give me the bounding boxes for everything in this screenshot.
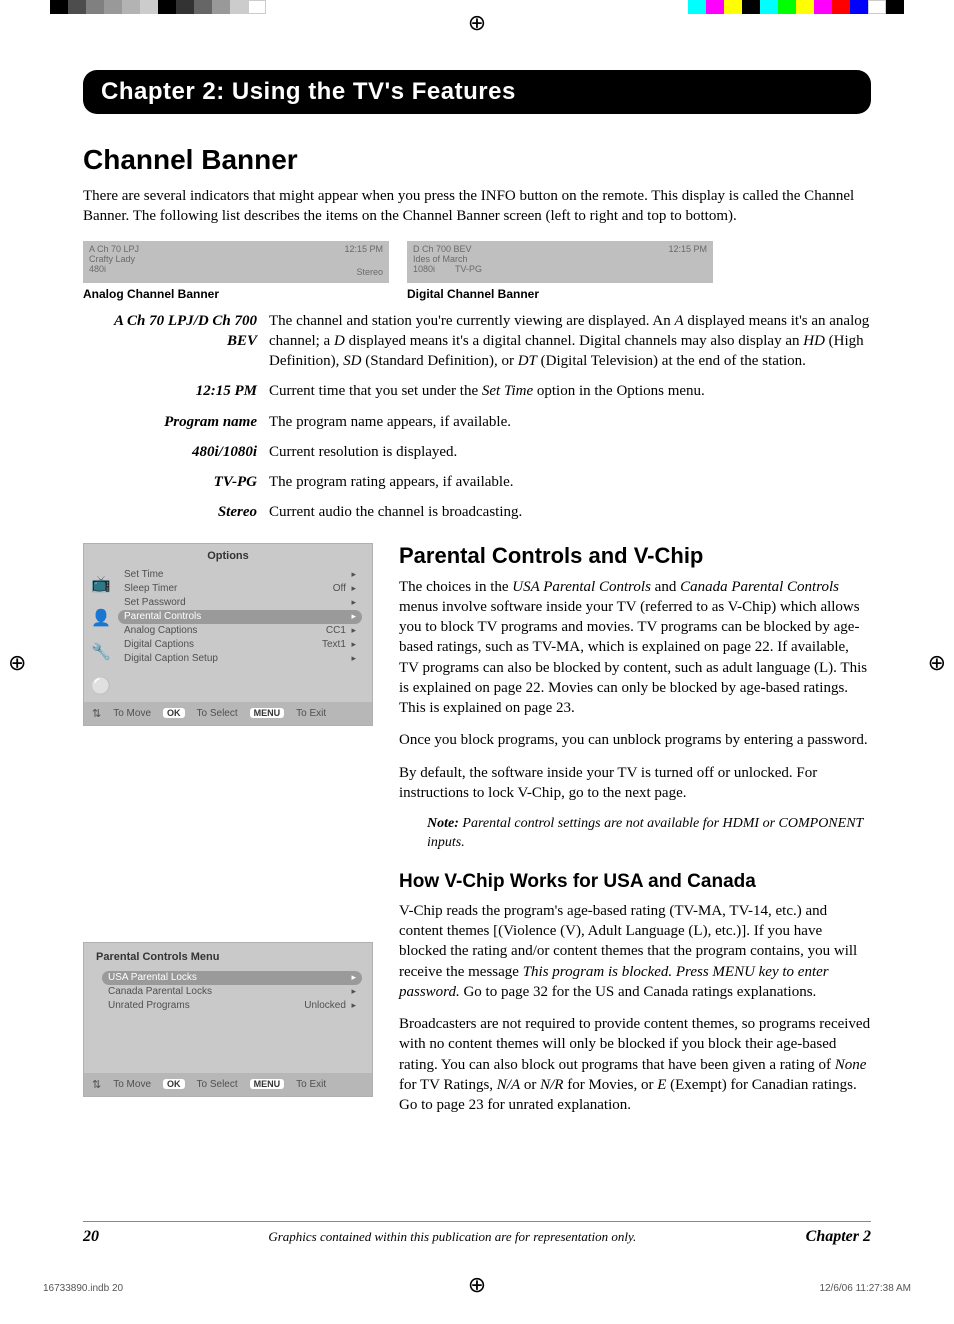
footer-note: Graphics contained within this publicati… — [268, 1229, 636, 1245]
footer-label: To Exit — [296, 708, 326, 719]
digital-banner-graphic: D Ch 700 BEV 12:15 PM Ides of March 1080i… — [407, 241, 713, 283]
osd-menu-item: Digital CaptionsText1 ▸ — [118, 638, 362, 652]
print-file: 16733890.indb 20 — [43, 1283, 123, 1294]
def-term: 12:15 PM — [83, 381, 269, 401]
registration-mark-icon: ⊕ — [928, 650, 946, 676]
def-term: 480i/1080i — [83, 442, 269, 462]
paragraph: By default, the software inside your TV … — [399, 763, 871, 804]
ok-pill: OK — [163, 1079, 185, 1089]
page-number: 20 — [83, 1228, 99, 1246]
updown-icon: ⇅ — [92, 707, 101, 720]
globe-icon: ⚪ — [91, 676, 111, 696]
parental-controls-menu-graphic: Parental Controls Menu USA Parental Lock… — [83, 942, 373, 1097]
menu-pill: MENU — [250, 708, 285, 718]
osd-title: Parental Controls Menu — [84, 943, 372, 971]
def-body: Current resolution is displayed. — [269, 442, 871, 462]
footer-label: To Select — [197, 1079, 238, 1090]
def-body: The channel and station you're currently… — [269, 311, 871, 372]
paragraph: Once you block programs, you can unblock… — [399, 730, 871, 750]
intro-paragraph: There are several indicators that might … — [83, 186, 871, 227]
osd-footer: ⇅ To Move OK To Select MENU To Exit — [84, 702, 372, 725]
banner-caption: Analog Channel Banner — [83, 287, 389, 301]
page-footer: 20 Graphics contained within this public… — [83, 1221, 871, 1246]
osd-menu-item: Sleep TimerOff ▸ — [118, 582, 362, 596]
osd-title: Options — [84, 544, 372, 568]
section-heading: How V-Chip Works for USA and Canada — [399, 871, 871, 893]
footer-label: To Move — [113, 708, 151, 719]
osd-menu-item: Digital Caption Setup ▸ — [118, 652, 362, 666]
footer-label: To Exit — [296, 1079, 326, 1090]
person-icon: 👤 — [91, 608, 111, 628]
updown-icon: ⇅ — [92, 1078, 101, 1091]
colorbar-left — [50, 0, 266, 14]
banner-text: Stereo — [356, 267, 383, 277]
osd-menu-item: Set Password ▸ — [118, 596, 362, 610]
menu-pill: MENU — [250, 1079, 285, 1089]
banner-text: 1080i — [413, 264, 435, 274]
osd-menu-item: Set Time ▸ — [118, 568, 362, 582]
registration-mark-icon: ⊕ — [468, 10, 486, 36]
def-body: The program rating appears, if available… — [269, 472, 871, 492]
footer-label: To Select — [197, 708, 238, 719]
section-heading: Parental Controls and V-Chip — [399, 543, 871, 569]
paragraph: The choices in the USA Parental Controls… — [399, 577, 871, 719]
paragraph: V-Chip reads the program's age-based rat… — [399, 901, 871, 1002]
banner-text: TV-PG — [455, 264, 482, 274]
paragraph: Broadcasters are not required to provide… — [399, 1014, 871, 1115]
registration-mark-icon: ⊕ — [8, 650, 26, 676]
def-term: TV-PG — [83, 472, 269, 492]
osd-menu-item: USA Parental Locks ▸ — [102, 971, 362, 985]
banner-text: 12:15 PM — [668, 244, 707, 254]
banner-text: 12:15 PM — [344, 244, 383, 254]
tv-icon: 📺 — [91, 574, 111, 594]
def-body: Current time that you set under the Set … — [269, 381, 871, 401]
print-timestamp: 12/6/06 11:27:38 AM — [819, 1283, 911, 1294]
options-menu-graphic: Options 📺 👤 🔧 ⚪ Set Time ▸Sleep TimerOff… — [83, 543, 373, 726]
osd-menu-item: Analog CaptionsCC1 ▸ — [118, 624, 362, 638]
banner-text: A Ch 70 LPJ — [89, 244, 139, 254]
osd-menu-item: Unrated ProgramsUnlocked ▸ — [102, 999, 362, 1013]
banner-text: Ides of March — [413, 254, 707, 264]
footer-label: To Move — [113, 1079, 151, 1090]
registration-mark-icon: ⊕ — [468, 1272, 486, 1298]
def-body: The program name appears, if available. — [269, 412, 871, 432]
banner-text: Crafty Lady — [89, 254, 383, 264]
colorbar-right — [688, 0, 904, 14]
def-term: Stereo — [83, 502, 269, 522]
section-heading: Channel Banner — [83, 144, 871, 176]
def-term: A Ch 70 LPJ/D Ch 700 BEV — [83, 311, 269, 372]
banner-caption: Digital Channel Banner — [407, 287, 713, 301]
analog-banner-graphic: A Ch 70 LPJ 12:15 PM Crafty Lady 480i Ster… — [83, 241, 389, 283]
chapter-title-bar: Chapter 2: Using the TV's Features — [83, 70, 871, 114]
footer-chapter: Chapter 2 — [806, 1228, 871, 1246]
osd-menu-item: Canada Parental Locks ▸ — [102, 985, 362, 999]
tools-icon: 🔧 — [91, 642, 111, 662]
note: Note: Parental control settings are not … — [427, 815, 871, 853]
osd-menu-item: Parental Controls ▸ — [118, 610, 362, 624]
def-term: Program name — [83, 412, 269, 432]
def-body: Current audio the channel is broadcastin… — [269, 502, 871, 522]
ok-pill: OK — [163, 708, 185, 718]
banner-text: 480i — [89, 264, 106, 274]
osd-footer: ⇅ To Move OK To Select MENU To Exit — [84, 1073, 372, 1096]
banner-text: D Ch 700 BEV — [413, 244, 472, 254]
